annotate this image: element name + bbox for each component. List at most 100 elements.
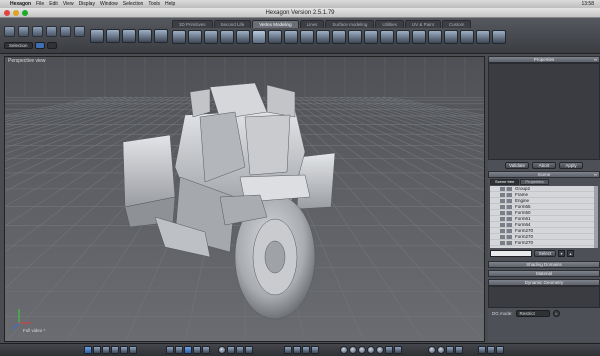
lasso-tool-icon[interactable] xyxy=(32,26,43,37)
settings-icon[interactable] xyxy=(496,346,504,354)
scene-panel-header[interactable]: Scene ▪▪ xyxy=(488,171,600,178)
magic-select-icon[interactable] xyxy=(60,26,71,37)
full-view-icon[interactable] xyxy=(129,346,137,354)
menu-help[interactable]: Help xyxy=(165,1,175,7)
tab-scene-properties[interactable]: Properties xyxy=(520,179,549,185)
visibility-icon[interactable] xyxy=(500,216,512,221)
visibility-icon[interactable] xyxy=(500,204,512,209)
dynamic-geometry-header[interactable]: Dynamic Geometry xyxy=(488,279,600,286)
menu-display[interactable]: Display xyxy=(79,1,95,7)
loop-select-icon[interactable] xyxy=(106,29,120,43)
menu-tools[interactable]: Tools xyxy=(148,1,160,7)
universal-axis-icon[interactable] xyxy=(311,346,319,354)
wire-shade-icon[interactable] xyxy=(193,346,201,354)
boolean-tool-icon[interactable] xyxy=(492,30,506,44)
inflate-tool-icon[interactable] xyxy=(364,30,378,44)
viewport-scene[interactable] xyxy=(5,57,485,342)
visibility-icon[interactable] xyxy=(500,234,512,239)
shadow-toggle-icon[interactable] xyxy=(218,346,226,354)
visibility-icon[interactable] xyxy=(500,198,512,203)
apply-button[interactable]: Apply xyxy=(559,162,583,169)
selection-dropdown[interactable]: Selection xyxy=(4,42,33,49)
paint-select-icon[interactable] xyxy=(46,26,57,37)
abort-button[interactable]: Abort xyxy=(532,162,556,169)
validate-button[interactable]: Validate xyxy=(505,162,529,169)
cut-tool-icon[interactable] xyxy=(428,30,442,44)
tree-scrollbar[interactable] xyxy=(594,186,598,248)
tab-surface-modeling[interactable]: Surface modeling xyxy=(325,20,375,28)
visibility-icon[interactable] xyxy=(500,240,512,245)
mirror-tool-icon[interactable] xyxy=(412,30,426,44)
render-icon[interactable] xyxy=(446,346,454,354)
tree-item[interactable]: Form270 xyxy=(490,240,598,246)
arrow-up-icon[interactable]: ▴ xyxy=(567,250,574,257)
dg-mode-dropdown[interactable]: Restrict xyxy=(515,310,550,317)
frame-selection-icon[interactable] xyxy=(385,346,393,354)
roll-icon[interactable] xyxy=(367,346,375,354)
move-axis-icon[interactable] xyxy=(284,346,292,354)
delete-tool-icon[interactable] xyxy=(332,30,346,44)
extract-tool-icon[interactable] xyxy=(444,30,458,44)
quad-view-icon[interactable] xyxy=(102,346,110,354)
tab-scene-tree[interactable]: Scene tree xyxy=(490,179,520,185)
three-view-icon[interactable] xyxy=(111,346,119,354)
move-tool-icon[interactable] xyxy=(18,26,29,37)
ring-select-icon[interactable] xyxy=(122,29,136,43)
bevel-tool-icon[interactable] xyxy=(188,30,202,44)
visibility-icon[interactable] xyxy=(500,192,512,197)
cube-tool-icon[interactable] xyxy=(460,30,474,44)
menu-edit[interactable]: Edit xyxy=(49,1,58,7)
select-button[interactable]: Select xyxy=(534,250,556,257)
tab-custom[interactable]: Custom xyxy=(441,20,472,28)
bridge-tool-icon[interactable] xyxy=(380,30,394,44)
light-view-icon[interactable] xyxy=(437,346,445,354)
material-header[interactable]: Material xyxy=(488,270,600,277)
rotate-axis-icon[interactable] xyxy=(293,346,301,354)
split-view-icon[interactable] xyxy=(93,346,101,354)
flat-shade-icon[interactable] xyxy=(175,346,183,354)
tab-second-life[interactable]: Second Life xyxy=(213,20,252,28)
weld-tool-icon[interactable] xyxy=(236,30,250,44)
smooth-tool-icon[interactable] xyxy=(348,30,362,44)
preview-icon[interactable] xyxy=(478,346,486,354)
dg-help-icon[interactable]: • xyxy=(552,310,560,317)
select-tool-icon[interactable] xyxy=(4,26,15,37)
menu-selection[interactable]: Selection xyxy=(123,1,144,7)
sphere-view-icon[interactable] xyxy=(154,29,168,43)
pan-icon[interactable] xyxy=(349,346,357,354)
tab-uv-paint[interactable]: UV & Paint xyxy=(404,20,441,28)
orbit-icon[interactable] xyxy=(340,346,348,354)
panel-close-icon[interactable]: ▪▪ xyxy=(594,57,597,62)
minimize-window-icon[interactable] xyxy=(13,10,19,16)
shading-domains-header[interactable]: Shading Domains xyxy=(488,261,600,268)
menu-view[interactable]: View xyxy=(63,1,74,7)
snap-toggle-icon[interactable] xyxy=(236,346,244,354)
zoom-window-icon[interactable] xyxy=(22,10,28,16)
close-window-icon[interactable] xyxy=(4,10,10,16)
tab-vertex-modeling[interactable]: Vertex Modeling xyxy=(252,20,299,28)
tab-3d-primitives[interactable]: 3D Primitives xyxy=(172,20,213,28)
intmo-select-icon[interactable] xyxy=(138,29,152,43)
zoom-icon[interactable] xyxy=(358,346,366,354)
perspective-viewport[interactable]: Perspective view Full video * xyxy=(4,56,485,342)
dolly-icon[interactable] xyxy=(376,346,384,354)
tab-lines[interactable]: Lines xyxy=(299,20,325,28)
arrow-down-icon[interactable]: ▾ xyxy=(558,250,565,257)
face-mode-button[interactable] xyxy=(34,42,45,49)
menu-app[interactable]: Hexagon xyxy=(10,1,31,7)
camera-icon[interactable] xyxy=(74,26,85,37)
symmetry-tool-icon[interactable] xyxy=(396,30,410,44)
slice-tool-icon[interactable] xyxy=(268,30,282,44)
chamfer-tool-icon[interactable] xyxy=(204,30,218,44)
panel-close-icon[interactable]: ▪▪ xyxy=(594,172,597,177)
grid-toggle-icon[interactable] xyxy=(227,346,235,354)
render-region-icon[interactable] xyxy=(455,346,463,354)
extrude-tool-icon[interactable] xyxy=(172,30,186,44)
scene-search-input[interactable] xyxy=(490,250,532,257)
visibility-icon[interactable] xyxy=(500,210,512,215)
fill-tool-icon[interactable] xyxy=(220,30,234,44)
scale-axis-icon[interactable] xyxy=(302,346,310,354)
frame-all-icon[interactable] xyxy=(394,346,402,354)
edge-loop-tool-icon[interactable] xyxy=(284,30,298,44)
single-view-icon[interactable] xyxy=(84,346,92,354)
